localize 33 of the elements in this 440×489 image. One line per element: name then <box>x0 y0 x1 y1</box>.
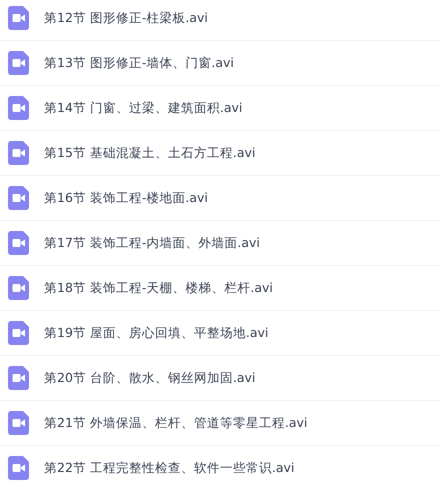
file-name: 第21节 外墙保温、栏杆、管道等零星工程.avi <box>44 414 308 432</box>
file-row[interactable]: 第17节 装饰工程-内墙面、外墙面.avi <box>0 221 440 266</box>
file-name: 第20节 台阶、散水、钢丝网加固.avi <box>44 370 256 386</box>
file-row[interactable]: 第15节 基础混凝土、土石方工程.avi <box>0 131 440 176</box>
video-file-icon <box>8 186 29 210</box>
file-row[interactable]: 第18节 装饰工程-天棚、楼梯、栏杆.avi <box>0 266 440 311</box>
file-row[interactable]: 第12节 图形修正-柱梁板.avi <box>0 0 440 41</box>
video-file-icon <box>8 456 29 480</box>
video-file-icon <box>8 366 29 390</box>
file-row[interactable]: 第16节 装饰工程-楼地面.avi <box>0 176 440 221</box>
video-file-icon <box>8 321 29 345</box>
file-row[interactable]: 第13节 图形修正-墙体、门窗.avi <box>0 41 440 86</box>
video-file-icon <box>8 51 29 75</box>
file-row[interactable]: 第19节 屋面、房心回填、平整场地.avi <box>0 311 440 356</box>
file-name: 第18节 装饰工程-天棚、楼梯、栏杆.avi <box>44 280 273 296</box>
file-name: 第15节 基础混凝土、土石方工程.avi <box>44 144 256 162</box>
file-name: 第22节 工程完整性检查、软件一些常识.avi <box>44 460 294 476</box>
file-name: 第17节 装饰工程-内墙面、外墙面.avi <box>44 234 260 252</box>
video-file-icon <box>8 276 29 300</box>
file-row[interactable]: 第20节 台阶、散水、钢丝网加固.avi <box>0 356 440 401</box>
file-name: 第14节 门窗、过梁、建筑面积.avi <box>44 100 242 116</box>
file-name: 第16节 装饰工程-楼地面.avi <box>44 190 208 206</box>
video-file-icon <box>8 141 29 165</box>
file-row[interactable]: 第21节 外墙保温、栏杆、管道等零星工程.avi <box>0 401 440 446</box>
video-file-icon <box>8 96 29 120</box>
file-name: 第13节 图形修正-墙体、门窗.avi <box>44 54 234 72</box>
video-file-icon <box>8 6 29 30</box>
file-row[interactable]: 第14节 门窗、过梁、建筑面积.avi <box>0 86 440 131</box>
file-name: 第12节 图形修正-柱梁板.avi <box>44 10 208 26</box>
video-file-icon <box>8 411 29 435</box>
file-name: 第19节 屋面、房心回填、平整场地.avi <box>44 324 268 342</box>
file-row[interactable]: 第22节 工程完整性检查、软件一些常识.avi <box>0 446 440 489</box>
video-file-icon <box>8 231 29 255</box>
